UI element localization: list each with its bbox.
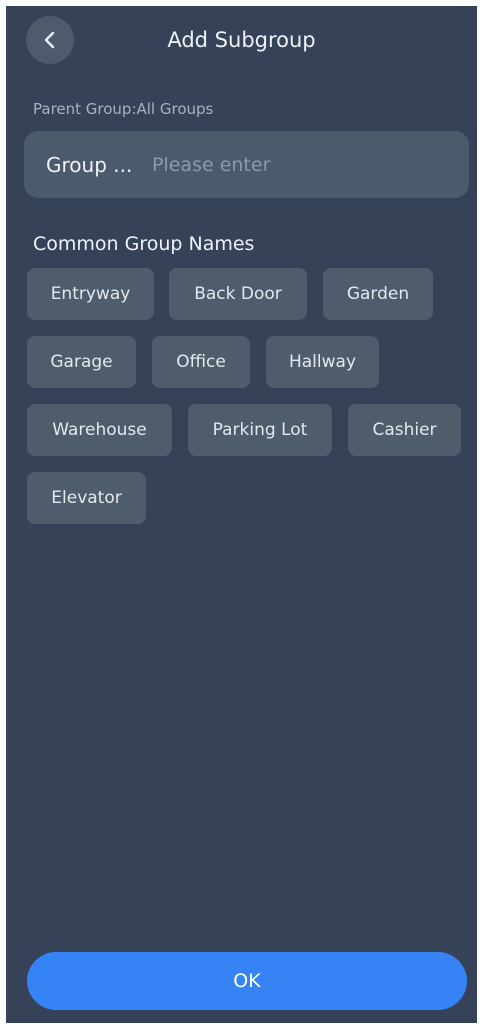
chip-back-door[interactable]: Back Door	[169, 268, 307, 320]
page-title: Add Subgroup	[167, 28, 316, 52]
chip-warehouse[interactable]: Warehouse	[27, 404, 172, 456]
screen: Add Subgroup Parent Group:All Groups Gro…	[6, 6, 477, 1023]
group-name-label: Group ...	[46, 153, 133, 177]
common-group-names-title: Common Group Names	[33, 233, 255, 255]
header: Add Subgroup	[6, 6, 477, 74]
chip-office[interactable]: Office	[152, 336, 250, 388]
ok-button[interactable]: OK	[27, 952, 467, 1010]
chip-parking-lot[interactable]: Parking Lot	[188, 404, 332, 456]
chip-cashier[interactable]: Cashier	[348, 404, 461, 456]
chip-garden[interactable]: Garden	[323, 268, 433, 320]
chip-garage[interactable]: Garage	[27, 336, 136, 388]
group-name-input[interactable]	[152, 145, 452, 185]
chip-entryway[interactable]: Entryway	[27, 268, 154, 320]
group-name-row[interactable]: Group ...	[24, 131, 469, 198]
parent-group-label: Parent Group:All Groups	[33, 100, 214, 118]
chip-elevator[interactable]: Elevator	[27, 472, 146, 524]
chip-hallway[interactable]: Hallway	[266, 336, 379, 388]
